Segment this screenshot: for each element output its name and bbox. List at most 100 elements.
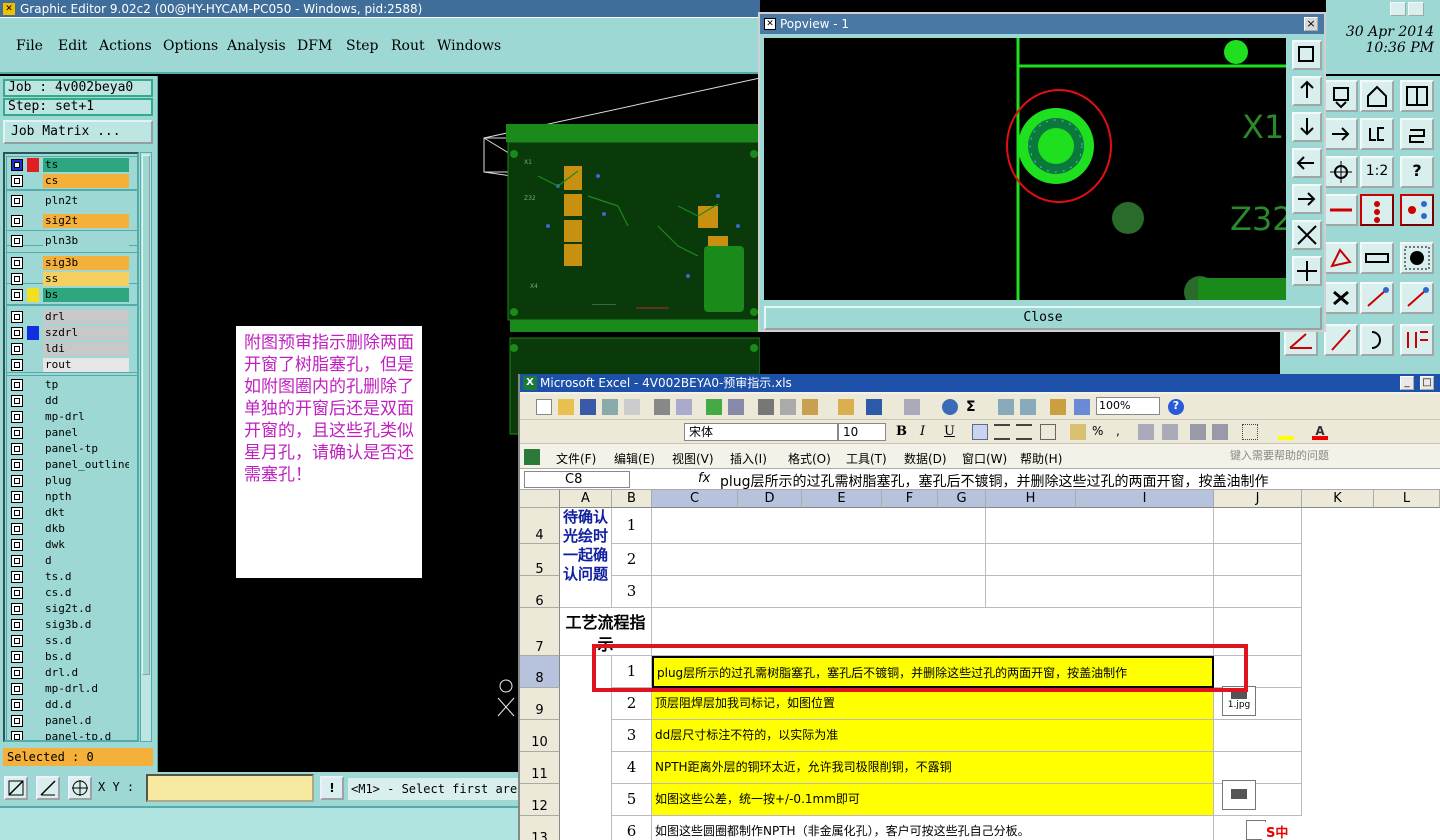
layer-color-swatch[interactable] xyxy=(27,288,39,302)
layer-name[interactable]: bs xyxy=(43,288,129,302)
layer-color-swatch[interactable] xyxy=(27,256,39,270)
autosum-icon[interactable]: Σ xyxy=(966,399,982,415)
excel-restore-button[interactable]: □ xyxy=(1420,376,1434,390)
name-box[interactable]: C8 xyxy=(524,471,630,488)
layer-name[interactable]: sig2t xyxy=(43,214,129,228)
layer-color-swatch[interactable] xyxy=(27,158,39,172)
menu-file[interactable]: File xyxy=(16,38,43,54)
underline-button[interactable]: U xyxy=(944,424,960,440)
decrease-indent-icon[interactable] xyxy=(1190,424,1206,440)
cut-icon[interactable] xyxy=(758,399,774,415)
popview-canvas[interactable]: X1 Z32 xyxy=(764,38,1286,300)
redo-icon[interactable] xyxy=(904,399,920,415)
layer-name[interactable]: szdrl xyxy=(43,326,129,340)
zoom-area-icon[interactable] xyxy=(4,776,28,800)
menu-edit[interactable]: Edit xyxy=(58,38,87,54)
layer-checkbox[interactable] xyxy=(11,635,23,647)
instruction-number[interactable]: 6 xyxy=(612,816,652,840)
chart-wizard-icon[interactable] xyxy=(1050,399,1066,415)
layer-row[interactable]: panel.d xyxy=(7,714,137,728)
layer-checkbox[interactable] xyxy=(11,359,23,371)
layer-checkbox[interactable] xyxy=(11,327,23,339)
layer-color-swatch[interactable] xyxy=(27,602,39,616)
save-icon[interactable] xyxy=(580,399,596,415)
layer-checkbox[interactable] xyxy=(11,427,23,439)
layer-color-swatch[interactable] xyxy=(27,174,39,188)
copy-icon[interactable] xyxy=(780,399,796,415)
maximize-button[interactable] xyxy=(1408,2,1424,16)
open-icon[interactable] xyxy=(558,399,574,415)
row-header-11[interactable]: 11 xyxy=(520,752,560,784)
drawing-icon[interactable] xyxy=(1074,399,1090,415)
rotate-icon[interactable] xyxy=(1400,118,1434,150)
layer-name[interactable]: panel_outline xyxy=(43,458,129,472)
layer-color-swatch[interactable] xyxy=(27,650,39,664)
col-header-i[interactable]: I xyxy=(1076,490,1214,508)
layer-name[interactable]: dd xyxy=(43,394,129,408)
layer-color-swatch[interactable] xyxy=(27,272,39,286)
layer-name[interactable]: drl xyxy=(43,310,129,324)
layer-checkbox[interactable] xyxy=(11,507,23,519)
xl-menu-help[interactable]: 帮助(H) xyxy=(1020,450,1062,467)
layer-name[interactable]: ts.d xyxy=(43,570,129,584)
layer-name[interactable]: mp-drl xyxy=(43,410,129,424)
layer-name[interactable]: drl.d xyxy=(43,666,129,680)
italic-button[interactable]: I xyxy=(920,424,936,440)
format-painter-icon[interactable] xyxy=(838,399,854,415)
layer-color-swatch[interactable] xyxy=(27,214,39,228)
layer-row[interactable]: pln3b xyxy=(7,234,137,248)
print-preview-icon[interactable] xyxy=(676,399,692,415)
layer-row[interactable]: ss.d xyxy=(7,634,137,648)
layer-color-swatch[interactable] xyxy=(27,394,39,408)
layer-color-swatch[interactable] xyxy=(27,506,39,520)
layer-color-swatch[interactable] xyxy=(27,538,39,552)
layer-checkbox[interactable] xyxy=(11,715,23,727)
table-cell[interactable] xyxy=(652,508,986,544)
layer-name[interactable]: dkt xyxy=(43,506,129,520)
help-icon[interactable]: ? xyxy=(1168,399,1184,415)
layer-color-swatch[interactable] xyxy=(27,730,39,740)
layer-name[interactable]: cs xyxy=(43,174,129,188)
layer-checkbox[interactable] xyxy=(11,235,23,247)
fx-icon[interactable]: fx xyxy=(698,471,710,486)
layer-checkbox[interactable] xyxy=(11,343,23,355)
layer-name[interactable]: panel-tp.d xyxy=(43,730,129,740)
layer-checkbox[interactable] xyxy=(11,311,23,323)
layer-row[interactable]: mp-drl.d xyxy=(7,682,137,696)
pv-pan-icon[interactable] xyxy=(1292,256,1322,286)
pv-left-icon[interactable] xyxy=(1292,148,1322,178)
fill-color-icon[interactable] xyxy=(1278,424,1294,440)
xl-menu-tools[interactable]: 工具(T) xyxy=(846,450,887,467)
layer-row[interactable]: sig3b.d xyxy=(7,618,137,632)
ime-tray[interactable]: S中 xyxy=(1262,822,1440,840)
row-header-13[interactable]: 13 xyxy=(520,816,560,840)
increase-decimal-icon[interactable] xyxy=(1138,424,1154,440)
layer-row[interactable]: bs.d xyxy=(7,650,137,664)
instruction-number[interactable]: 2 xyxy=(612,688,652,720)
table-cell[interactable] xyxy=(1214,720,1302,752)
increase-indent-icon[interactable] xyxy=(1212,424,1228,440)
excel-minimize-button[interactable]: _ xyxy=(1400,376,1414,390)
layer-name[interactable]: panel.d xyxy=(43,714,129,728)
currency-icon[interactable] xyxy=(1070,424,1086,440)
select-all-corner[interactable] xyxy=(520,490,560,508)
row-header-8[interactable]: 8 xyxy=(520,656,560,688)
connect-icon[interactable] xyxy=(1360,282,1394,314)
print-icon[interactable] xyxy=(654,399,670,415)
layer-color-swatch[interactable] xyxy=(27,570,39,584)
layer-checkbox[interactable] xyxy=(11,379,23,391)
layer-color-swatch[interactable] xyxy=(27,586,39,600)
row-header-10[interactable]: 10 xyxy=(520,720,560,752)
row-header-9[interactable]: 9 xyxy=(520,688,560,720)
col-header-h[interactable]: H xyxy=(986,490,1076,508)
menu-step[interactable]: Step xyxy=(346,38,378,54)
menu-actions[interactable]: Actions xyxy=(99,38,152,54)
window-split-icon[interactable] xyxy=(1400,80,1434,112)
layer-color-swatch[interactable] xyxy=(27,234,39,248)
layer-color-swatch[interactable] xyxy=(27,634,39,648)
layer-row[interactable]: ts xyxy=(7,158,137,172)
instruction-cell[interactable]: dd层尺寸标注不符的，以实际为准 xyxy=(652,720,1214,752)
layer-color-swatch[interactable] xyxy=(27,618,39,632)
instruction-cell[interactable]: 如图这些圆圈都制作NPTH（非金属化孔），客户可按这些孔自己分板。 xyxy=(652,816,1214,840)
layer-name[interactable]: panel-tp xyxy=(43,442,129,456)
